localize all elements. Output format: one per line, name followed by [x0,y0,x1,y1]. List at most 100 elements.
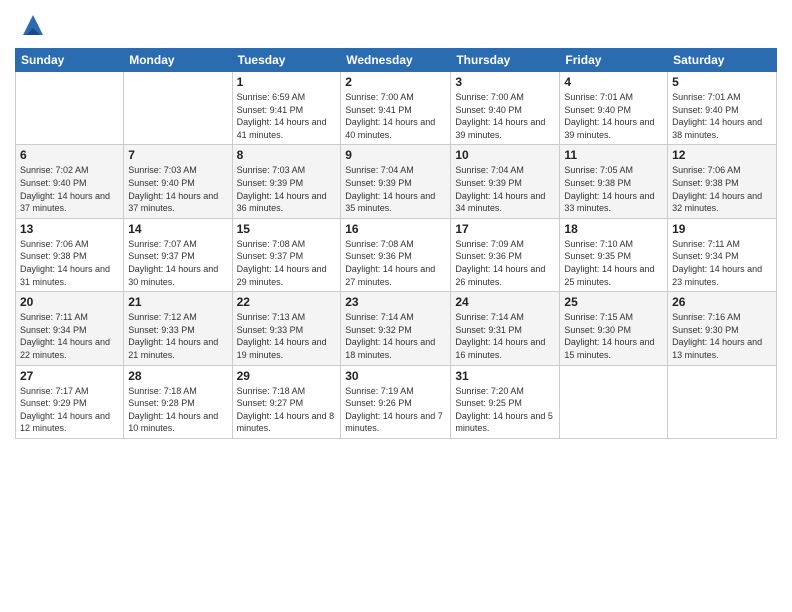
day-number: 23 [345,295,446,309]
cell-info: Sunrise: 7:16 AMSunset: 9:30 PMDaylight:… [672,311,772,361]
cell-info: Sunrise: 7:00 AMSunset: 9:41 PMDaylight:… [345,91,446,141]
day-number: 19 [672,222,772,236]
cell-info: Sunrise: 7:09 AMSunset: 9:36 PMDaylight:… [455,238,555,288]
weekday-header-row: SundayMondayTuesdayWednesdayThursdayFrid… [16,49,777,72]
day-number: 14 [128,222,227,236]
calendar-cell: 30Sunrise: 7:19 AMSunset: 9:26 PMDayligh… [341,365,451,438]
day-number: 2 [345,75,446,89]
calendar-week-row: 20 Sunrise: 7:11 AMSunset: 9:34 PMDayligh… [16,292,777,365]
day-number: 20 [20,295,119,309]
day-number: 12 [672,148,772,162]
calendar-cell: 6 Sunrise: 7:02 AMSunset: 9:40 PMDaylight… [16,145,124,218]
cell-info: Sunrise: 7:05 AMSunset: 9:38 PMDaylight:… [564,164,663,214]
calendar-cell: 27 Sunrise: 7:17 AMSunset: 9:29 PMDayligh… [16,365,124,438]
cell-info: Sunrise: 7:06 AMSunset: 9:38 PMDaylight:… [20,238,119,288]
calendar-cell: 2 Sunrise: 7:00 AMSunset: 9:41 PMDaylight… [341,72,451,145]
cell-info: Sunrise: 7:06 AMSunset: 9:38 PMDaylight:… [672,164,772,214]
calendar-cell: 14 Sunrise: 7:07 AMSunset: 9:37 PMDayligh… [124,218,232,291]
cell-info: Sunrise: 7:03 AMSunset: 9:39 PMDaylight:… [237,164,337,214]
day-number: 22 [237,295,337,309]
cell-info: Sunrise: 7:17 AMSunset: 9:29 PMDaylight:… [20,385,119,435]
cell-info: Sunrise: 6:59 AMSunset: 9:41 PMDaylight:… [237,91,337,141]
calendar-cell [16,72,124,145]
day-number: 26 [672,295,772,309]
cell-info: Sunrise: 7:07 AMSunset: 9:37 PMDaylight:… [128,238,227,288]
day-number: 6 [20,148,119,162]
logo [15,10,48,40]
day-number: 18 [564,222,663,236]
day-number: 30 [345,369,446,383]
cell-info: Sunrise: 7:18 AMSunset: 9:28 PMDaylight:… [128,385,227,435]
calendar-cell: 3 Sunrise: 7:00 AMSunset: 9:40 PMDaylight… [451,72,560,145]
calendar-cell: 15Sunrise: 7:08 AMSunset: 9:37 PMDayligh… [232,218,341,291]
day-number: 24 [455,295,555,309]
calendar-cell: 4Sunrise: 7:01 AMSunset: 9:40 PMDaylight… [560,72,668,145]
weekday-header: Tuesday [232,49,341,72]
calendar-cell: 22Sunrise: 7:13 AMSunset: 9:33 PMDayligh… [232,292,341,365]
weekday-header: Friday [560,49,668,72]
day-number: 7 [128,148,227,162]
calendar-cell [124,72,232,145]
cell-info: Sunrise: 7:01 AMSunset: 9:40 PMDaylight:… [564,91,663,141]
calendar-cell: 5 Sunrise: 7:01 AMSunset: 9:40 PMDaylight… [668,72,777,145]
weekday-header: Wednesday [341,49,451,72]
day-number: 8 [237,148,337,162]
calendar-cell: 19Sunrise: 7:11 AMSunset: 9:34 PMDayligh… [668,218,777,291]
calendar-cell: 17 Sunrise: 7:09 AMSunset: 9:36 PMDayligh… [451,218,560,291]
cell-info: Sunrise: 7:14 AMSunset: 9:31 PMDaylight:… [455,311,555,361]
weekday-header: Saturday [668,49,777,72]
calendar-cell: 28 Sunrise: 7:18 AMSunset: 9:28 PMDayligh… [124,365,232,438]
calendar-cell [560,365,668,438]
cell-info: Sunrise: 7:15 AMSunset: 9:30 PMDaylight:… [564,311,663,361]
cell-info: Sunrise: 7:12 AMSunset: 9:33 PMDaylight:… [128,311,227,361]
cell-info: Sunrise: 7:14 AMSunset: 9:32 PMDaylight:… [345,311,446,361]
day-number: 5 [672,75,772,89]
cell-info: Sunrise: 7:02 AMSunset: 9:40 PMDaylight:… [20,164,119,214]
weekday-header: Sunday [16,49,124,72]
calendar-cell: 31 Sunrise: 7:20 AMSunset: 9:25 PMDayligh… [451,365,560,438]
weekday-header: Monday [124,49,232,72]
calendar-cell [668,365,777,438]
cell-info: Sunrise: 7:20 AMSunset: 9:25 PMDaylight:… [455,385,555,435]
cell-info: Sunrise: 7:18 AMSunset: 9:27 PMDaylight:… [237,385,337,435]
calendar-cell: 1 Sunrise: 6:59 AMSunset: 9:41 PMDaylight… [232,72,341,145]
cell-info: Sunrise: 7:01 AMSunset: 9:40 PMDaylight:… [672,91,772,141]
calendar-cell: 12 Sunrise: 7:06 AMSunset: 9:38 PMDayligh… [668,145,777,218]
day-number: 15 [237,222,337,236]
day-number: 16 [345,222,446,236]
day-number: 13 [20,222,119,236]
calendar-cell: 7Sunrise: 7:03 AMSunset: 9:40 PMDaylight… [124,145,232,218]
cell-info: Sunrise: 7:11 AMSunset: 9:34 PMDaylight:… [20,311,119,361]
calendar-week-row: 13 Sunrise: 7:06 AMSunset: 9:38 PMDayligh… [16,218,777,291]
day-number: 28 [128,369,227,383]
day-number: 3 [455,75,555,89]
day-number: 1 [237,75,337,89]
header [15,10,777,40]
calendar-week-row: 27 Sunrise: 7:17 AMSunset: 9:29 PMDayligh… [16,365,777,438]
calendar-cell: 26 Sunrise: 7:16 AMSunset: 9:30 PMDayligh… [668,292,777,365]
day-number: 9 [345,148,446,162]
calendar-cell: 20 Sunrise: 7:11 AMSunset: 9:34 PMDayligh… [16,292,124,365]
cell-info: Sunrise: 7:10 AMSunset: 9:35 PMDaylight:… [564,238,663,288]
day-number: 29 [237,369,337,383]
day-number: 31 [455,369,555,383]
cell-info: Sunrise: 7:04 AMSunset: 9:39 PMDaylight:… [345,164,446,214]
calendar-week-row: 6 Sunrise: 7:02 AMSunset: 9:40 PMDaylight… [16,145,777,218]
day-number: 17 [455,222,555,236]
page: SundayMondayTuesdayWednesdayThursdayFrid… [0,0,792,612]
calendar-cell: 8 Sunrise: 7:03 AMSunset: 9:39 PMDaylight… [232,145,341,218]
day-number: 11 [564,148,663,162]
day-number: 27 [20,369,119,383]
calendar-cell: 21 Sunrise: 7:12 AMSunset: 9:33 PMDayligh… [124,292,232,365]
calendar-week-row: 1 Sunrise: 6:59 AMSunset: 9:41 PMDaylight… [16,72,777,145]
calendar-cell: 23 Sunrise: 7:14 AMSunset: 9:32 PMDayligh… [341,292,451,365]
calendar-cell: 18 Sunrise: 7:10 AMSunset: 9:35 PMDayligh… [560,218,668,291]
cell-info: Sunrise: 7:00 AMSunset: 9:40 PMDaylight:… [455,91,555,141]
calendar-cell: 11 Sunrise: 7:05 AMSunset: 9:38 PMDayligh… [560,145,668,218]
logo-icon [18,10,48,40]
calendar-cell: 24 Sunrise: 7:14 AMSunset: 9:31 PMDayligh… [451,292,560,365]
calendar-cell: 10Sunrise: 7:04 AMSunset: 9:39 PMDayligh… [451,145,560,218]
calendar-cell: 16Sunrise: 7:08 AMSunset: 9:36 PMDayligh… [341,218,451,291]
calendar-cell: 9 Sunrise: 7:04 AMSunset: 9:39 PMDaylight… [341,145,451,218]
day-number: 21 [128,295,227,309]
